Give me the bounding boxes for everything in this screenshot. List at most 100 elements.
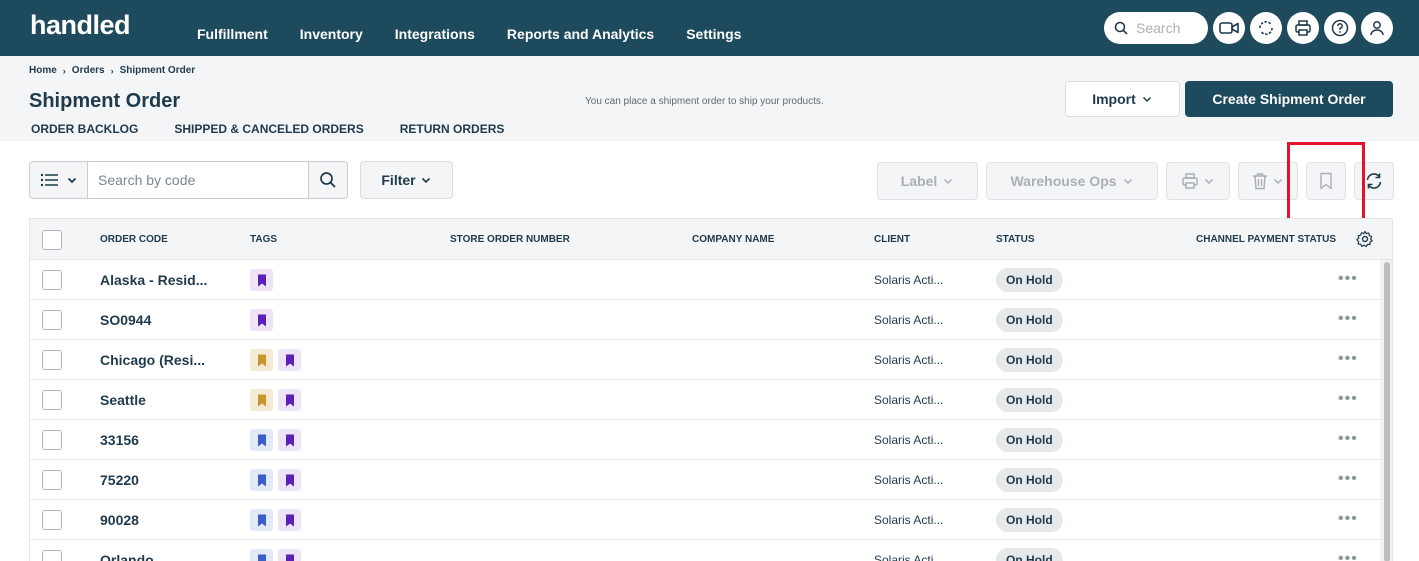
table-row[interactable]: 33156 Solaris Acti... On Hold ••• [30, 420, 1380, 460]
header-store-order-number[interactable]: STORE ORDER NUMBER [450, 234, 570, 245]
tag-bookmark-blue[interactable] [250, 429, 273, 451]
print-button[interactable] [1287, 12, 1319, 44]
header-tags[interactable]: TAGS [250, 234, 277, 245]
page-subtitle: You can place a shipment order to ship y… [585, 96, 824, 107]
client-cell: Solaris Acti... [874, 473, 944, 487]
breadcrumb-orders[interactable]: Orders [72, 65, 105, 76]
order-code-link[interactable]: Orlando [100, 552, 154, 561]
create-shipment-order-button[interactable]: Create Shipment Order [1185, 81, 1393, 117]
warehouse-ops-button[interactable]: Warehouse Ops [986, 162, 1158, 200]
scrollbar-thumb[interactable] [1384, 262, 1390, 561]
top-navigation-bar: handled Fulfillment Inventory Integratio… [0, 0, 1419, 56]
sync-button[interactable] [1250, 12, 1282, 44]
bookmark-icon [257, 274, 266, 286]
row-actions-more-icon[interactable]: ••• [1338, 390, 1358, 408]
tag-bookmark-purple[interactable] [278, 469, 301, 491]
nav-reports-analytics[interactable]: Reports and Analytics [507, 26, 654, 42]
client-cell: Solaris Acti... [874, 353, 944, 367]
table-row[interactable]: Seattle Solaris Acti... On Hold ••• [30, 380, 1380, 420]
bookmark-icon [257, 394, 266, 406]
order-code-link[interactable]: 75220 [100, 472, 139, 488]
table-row[interactable]: Orlando Solaris Acti... On Hold ••• [30, 540, 1380, 561]
order-code-link[interactable]: Seattle [100, 392, 146, 408]
nav-fulfillment[interactable]: Fulfillment [197, 26, 268, 42]
row-checkbox[interactable] [42, 390, 62, 410]
help-button[interactable] [1324, 12, 1356, 44]
client-cell: Solaris Acti... [874, 513, 944, 527]
row-actions-more-icon[interactable]: ••• [1338, 430, 1358, 448]
handled-logo[interactable]: handled [30, 10, 131, 41]
table-row[interactable]: 90028 Solaris Acti... On Hold ••• [30, 500, 1380, 540]
row-checkbox[interactable] [42, 470, 62, 490]
print-menu-button[interactable] [1166, 162, 1230, 200]
tag-bookmark-purple[interactable] [278, 509, 301, 531]
code-search-field[interactable] [87, 161, 309, 199]
view-mode-dropdown[interactable] [29, 161, 88, 199]
tag-bookmark-purple[interactable] [278, 349, 301, 371]
order-code-link[interactable]: Alaska - Resid... [100, 272, 207, 288]
header-channel-payment-status[interactable]: CHANNEL PAYMENT STATUS [1196, 234, 1336, 245]
tag-bookmark-blue[interactable] [250, 549, 273, 561]
table-scrollbar[interactable] [1380, 260, 1392, 561]
nav-settings[interactable]: Settings [686, 26, 741, 42]
order-code-link[interactable]: 90028 [100, 512, 139, 528]
code-search-input[interactable] [98, 172, 298, 188]
search-submit-button[interactable] [308, 161, 348, 199]
row-checkbox[interactable] [42, 310, 62, 330]
order-code-link[interactable]: 33156 [100, 432, 139, 448]
global-search-input[interactable] [1136, 20, 1206, 36]
row-actions-more-icon[interactable]: ••• [1338, 270, 1358, 288]
table-row[interactable]: Chicago (Resi... Solaris Acti... On Hold ••… [30, 340, 1380, 380]
client-cell: Solaris Acti... [874, 393, 944, 407]
status-badge: On Hold [996, 548, 1063, 561]
tag-bookmark-gold[interactable] [250, 389, 273, 411]
order-code-link[interactable]: Chicago (Resi... [100, 352, 205, 368]
row-actions-more-icon[interactable]: ••• [1338, 550, 1358, 561]
tag-bookmark-purple[interactable] [278, 429, 301, 451]
label-button[interactable]: Label [877, 162, 978, 200]
nav-integrations[interactable]: Integrations [395, 26, 475, 42]
bookmark-icon [257, 514, 266, 526]
video-button[interactable] [1213, 12, 1245, 44]
tag-bookmark-blue[interactable] [250, 469, 273, 491]
tag-bookmark-purple[interactable] [278, 549, 301, 561]
table-row[interactable]: 75220 Solaris Acti... On Hold ••• [30, 460, 1380, 500]
bookmark-icon [257, 354, 266, 366]
header-status[interactable]: STATUS [996, 234, 1035, 245]
row-actions-more-icon[interactable]: ••• [1338, 350, 1358, 368]
breadcrumb-home[interactable]: Home [29, 65, 57, 76]
table-row[interactable]: SO0944 Solaris Acti... On Hold ••• [30, 300, 1380, 340]
header-order-code[interactable]: ORDER CODE [100, 234, 168, 245]
bookmark-icon [257, 434, 266, 446]
row-checkbox[interactable] [42, 270, 62, 290]
table-header: ORDER CODE TAGS STORE ORDER NUMBER COMPA… [30, 219, 1392, 260]
status-badge: On Hold [996, 308, 1063, 332]
row-checkbox[interactable] [42, 550, 62, 561]
row-checkbox[interactable] [42, 350, 62, 370]
tag-bookmark-blue[interactable] [250, 509, 273, 531]
header-company-name[interactable]: COMPANY NAME [692, 234, 774, 245]
row-checkbox[interactable] [42, 430, 62, 450]
select-all-checkbox[interactable] [42, 230, 62, 250]
tag-bookmark-purple[interactable] [250, 269, 273, 291]
column-settings-gear-icon[interactable] [1356, 230, 1374, 248]
row-actions-more-icon[interactable]: ••• [1338, 510, 1358, 528]
header-client[interactable]: CLIENT [874, 234, 910, 245]
row-actions-more-icon[interactable]: ••• [1338, 310, 1358, 328]
warehouse-ops-text: Warehouse Ops [1010, 173, 1117, 189]
tag-bookmark-gold[interactable] [250, 349, 273, 371]
nav-inventory[interactable]: Inventory [300, 26, 363, 42]
profile-button[interactable] [1361, 12, 1393, 44]
user-icon [1370, 21, 1384, 36]
tag-bookmark-purple[interactable] [278, 389, 301, 411]
order-code-link[interactable]: SO0944 [100, 312, 151, 328]
global-search[interactable] [1104, 12, 1208, 44]
table-row[interactable]: Alaska - Resid... Solaris Acti... On Hold •… [30, 260, 1380, 300]
chevron-down-icon [67, 177, 76, 184]
import-button[interactable]: Import [1065, 81, 1180, 117]
row-checkbox[interactable] [42, 510, 62, 530]
filter-button[interactable]: Filter [360, 161, 453, 199]
row-actions-more-icon[interactable]: ••• [1338, 470, 1358, 488]
chevron-down-icon [1204, 178, 1214, 185]
tag-bookmark-purple[interactable] [250, 309, 273, 331]
